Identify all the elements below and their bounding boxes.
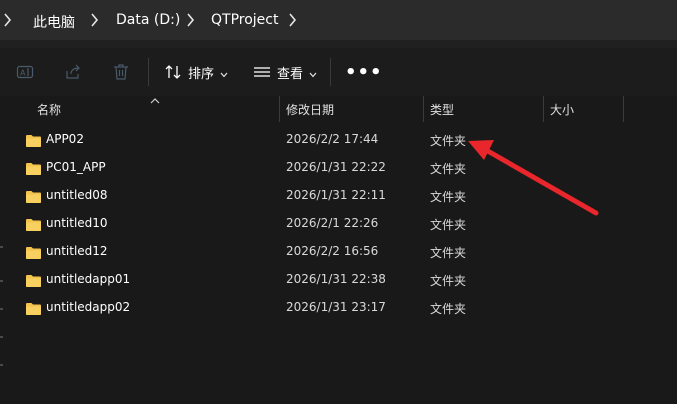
view-icon <box>253 63 271 81</box>
folder-icon <box>25 245 42 264</box>
scroll-edge-mark <box>0 246 3 248</box>
breadcrumb-item-this-pc[interactable]: 此电脑 <box>33 12 75 32</box>
file-modified: 2026/1/31 22:11 <box>286 188 386 202</box>
file-explorer-window: 此电脑 Data (D:) QTProject A 排序 查看 ••• 名称 修… <box>0 0 677 404</box>
file-type: 文件夹 <box>430 162 467 176</box>
toolbar-divider <box>330 58 331 86</box>
folder-icon <box>25 189 42 208</box>
command-bar: A 排序 查看 ••• <box>0 48 677 96</box>
address-separator <box>0 40 677 48</box>
column-divider[interactable] <box>543 96 544 122</box>
column-header-name[interactable]: 名称 <box>37 101 61 118</box>
file-type: 文件夹 <box>430 302 467 316</box>
chevron-right-icon[interactable] <box>4 13 12 31</box>
file-type: 文件夹 <box>430 274 467 288</box>
file-name[interactable]: untitledapp01 <box>46 272 130 286</box>
folder-icon <box>25 273 42 292</box>
file-modified: 2026/2/1 22:26 <box>286 216 379 230</box>
file-name[interactable]: untitled10 <box>46 216 108 230</box>
folder-icon <box>25 161 42 180</box>
view-label: 查看 <box>277 66 304 82</box>
file-name[interactable]: APP02 <box>46 132 84 146</box>
rename-icon: A <box>16 63 34 81</box>
column-header-type[interactable]: 类型 <box>430 101 454 118</box>
breadcrumb-item-folder[interactable]: QTProject <box>211 12 278 28</box>
folder-icon <box>25 301 42 320</box>
scroll-edge-mark <box>0 308 3 310</box>
file-row[interactable]: untitledapp01 2026/1/31 22:38 文件夹 <box>0 266 677 294</box>
file-type: 文件夹 <box>430 190 467 204</box>
more-options-button[interactable]: ••• <box>345 48 383 96</box>
folder-icon <box>25 217 42 236</box>
breadcrumb-item-drive[interactable]: Data (D:) <box>116 12 180 28</box>
folder-icon <box>25 133 42 152</box>
column-header-modified[interactable]: 修改日期 <box>286 101 334 118</box>
column-header-row: 名称 修改日期 类型 大小 <box>0 96 677 122</box>
chevron-right-icon[interactable] <box>91 13 99 31</box>
sort-icon <box>164 63 182 81</box>
file-name[interactable]: untitledapp02 <box>46 300 130 314</box>
sort-ascending-icon <box>150 90 160 109</box>
chevron-down-icon <box>220 63 228 82</box>
sort-button[interactable]: 排序 <box>164 48 228 96</box>
file-type: 文件夹 <box>430 134 467 148</box>
toolbar-divider <box>148 58 149 86</box>
file-row[interactable]: untitledapp02 2026/1/31 23:17 文件夹 <box>0 294 677 322</box>
scroll-edge-mark <box>0 280 3 282</box>
file-name[interactable]: untitled08 <box>46 188 108 202</box>
file-modified: 2026/2/2 16:56 <box>286 244 379 258</box>
file-name[interactable]: PC01_APP <box>46 160 106 174</box>
address-bar[interactable]: 此电脑 Data (D:) QTProject <box>0 0 677 40</box>
file-modified: 2026/2/2 17:44 <box>286 132 379 146</box>
file-modified: 2026/1/31 22:38 <box>286 272 386 286</box>
more-icon: ••• <box>345 61 383 83</box>
file-type: 文件夹 <box>430 218 467 232</box>
svg-text:A: A <box>20 69 26 78</box>
scroll-edge-mark <box>0 336 3 338</box>
sort-label: 排序 <box>188 66 215 82</box>
scroll-edge-mark <box>0 364 3 366</box>
chevron-down-icon <box>309 63 317 82</box>
file-name[interactable]: untitled12 <box>46 244 108 258</box>
file-type: 文件夹 <box>430 246 467 260</box>
file-row[interactable]: untitled10 2026/2/1 22:26 文件夹 <box>0 210 677 238</box>
column-divider[interactable] <box>623 96 624 122</box>
column-divider[interactable] <box>279 96 280 122</box>
share-icon <box>64 63 82 81</box>
file-row[interactable]: PC01_APP 2026/1/31 22:22 文件夹 <box>0 154 677 182</box>
rename-button[interactable]: A <box>16 48 34 96</box>
file-modified: 2026/1/31 23:17 <box>286 300 386 314</box>
column-divider[interactable] <box>423 96 424 122</box>
chevron-right-icon[interactable] <box>187 13 195 31</box>
share-button[interactable] <box>64 48 82 96</box>
column-header-size[interactable]: 大小 <box>550 101 574 118</box>
file-row[interactable]: APP02 2026/2/2 17:44 文件夹 <box>0 126 677 154</box>
delete-icon <box>112 63 130 81</box>
file-modified: 2026/1/31 22:22 <box>286 160 386 174</box>
delete-button[interactable] <box>112 48 130 96</box>
view-button[interactable]: 查看 <box>253 48 317 96</box>
chevron-right-icon[interactable] <box>289 13 297 31</box>
file-row[interactable]: untitled08 2026/1/31 22:11 文件夹 <box>0 182 677 210</box>
file-row[interactable]: untitled12 2026/2/2 16:56 文件夹 <box>0 238 677 266</box>
